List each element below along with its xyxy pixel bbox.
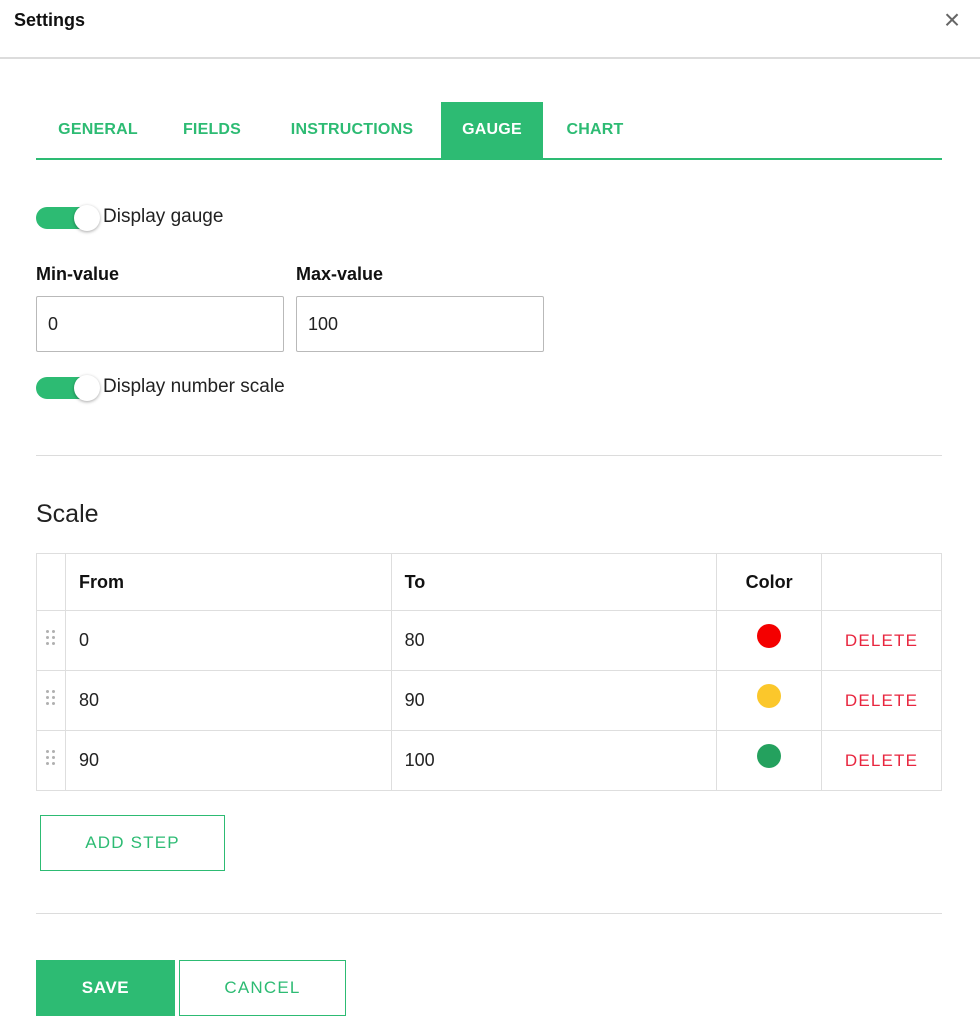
tab-bar: GENERAL FIELDS INSTRUCTIONS GAUGE CHART (36, 102, 942, 160)
drag-handle-icon[interactable] (45, 690, 56, 706)
drag-handle-icon[interactable] (45, 750, 56, 766)
color-swatch[interactable] (757, 684, 782, 709)
header-actions-cell (821, 553, 942, 611)
divider (36, 455, 942, 456)
tab-instructions[interactable]: INSTRUCTIONS (268, 102, 436, 158)
color-cell (716, 670, 823, 731)
column-header-to: To (390, 553, 718, 611)
tab-chart[interactable]: CHART (548, 102, 642, 158)
table-row: 80 90 DELETE (36, 670, 942, 731)
tab-fields[interactable]: FIELDS (166, 102, 258, 158)
to-cell[interactable]: 100 (390, 730, 718, 791)
close-icon[interactable]: × (940, 6, 964, 34)
table-row: 0 80 DELETE (36, 610, 942, 671)
display-number-scale-toggle[interactable] (36, 375, 100, 401)
display-gauge-label: Display gauge (103, 206, 224, 227)
table-row: 90 100 DELETE (36, 730, 942, 791)
actions-cell: DELETE (821, 670, 942, 731)
add-step-button[interactable]: ADD STEP (40, 815, 225, 871)
actions-cell: DELETE (821, 730, 942, 791)
tab-general[interactable]: GENERAL (36, 102, 160, 158)
color-cell (716, 730, 823, 791)
save-button[interactable]: SAVE (36, 960, 175, 1016)
cancel-button[interactable]: CANCEL (179, 960, 346, 1016)
min-value-input[interactable] (36, 296, 284, 352)
column-header-color: Color (716, 553, 823, 611)
from-cell[interactable]: 80 (64, 670, 392, 731)
display-number-scale-label: Display number scale (103, 376, 285, 397)
drag-handle-cell[interactable] (36, 730, 66, 791)
dialog-header: Settings × (0, 0, 980, 59)
display-gauge-toggle[interactable] (36, 205, 100, 231)
divider (36, 913, 942, 914)
table-header-row: From To Color (36, 553, 942, 611)
drag-handle-cell[interactable] (36, 670, 66, 731)
delete-button[interactable]: DELETE (845, 751, 918, 770)
delete-button[interactable]: DELETE (845, 691, 918, 710)
delete-button[interactable]: DELETE (845, 631, 918, 650)
scale-table: From To Color 0 80 DELETE 80 90 DELETE 9… (36, 553, 942, 791)
from-cell[interactable]: 90 (64, 730, 392, 791)
color-swatch[interactable] (757, 744, 782, 769)
drag-handle-icon[interactable] (45, 630, 56, 646)
toggle-knob (74, 375, 100, 401)
max-value-label: Max-value (296, 264, 384, 284)
header-handle-cell (36, 553, 66, 611)
scale-section-title: Scale (36, 500, 99, 528)
actions-cell: DELETE (821, 610, 942, 671)
min-value-label: Min-value (36, 264, 120, 284)
from-cell[interactable]: 0 (64, 610, 392, 671)
toggle-knob (74, 205, 100, 231)
max-value-input[interactable] (296, 296, 544, 352)
drag-handle-cell[interactable] (36, 610, 66, 671)
column-header-from: From (64, 553, 392, 611)
to-cell[interactable]: 80 (390, 610, 718, 671)
tab-gauge[interactable]: GAUGE (441, 102, 543, 158)
dialog-title: Settings (14, 10, 86, 30)
to-cell[interactable]: 90 (390, 670, 718, 731)
color-swatch[interactable] (757, 624, 782, 649)
color-cell (716, 610, 823, 671)
